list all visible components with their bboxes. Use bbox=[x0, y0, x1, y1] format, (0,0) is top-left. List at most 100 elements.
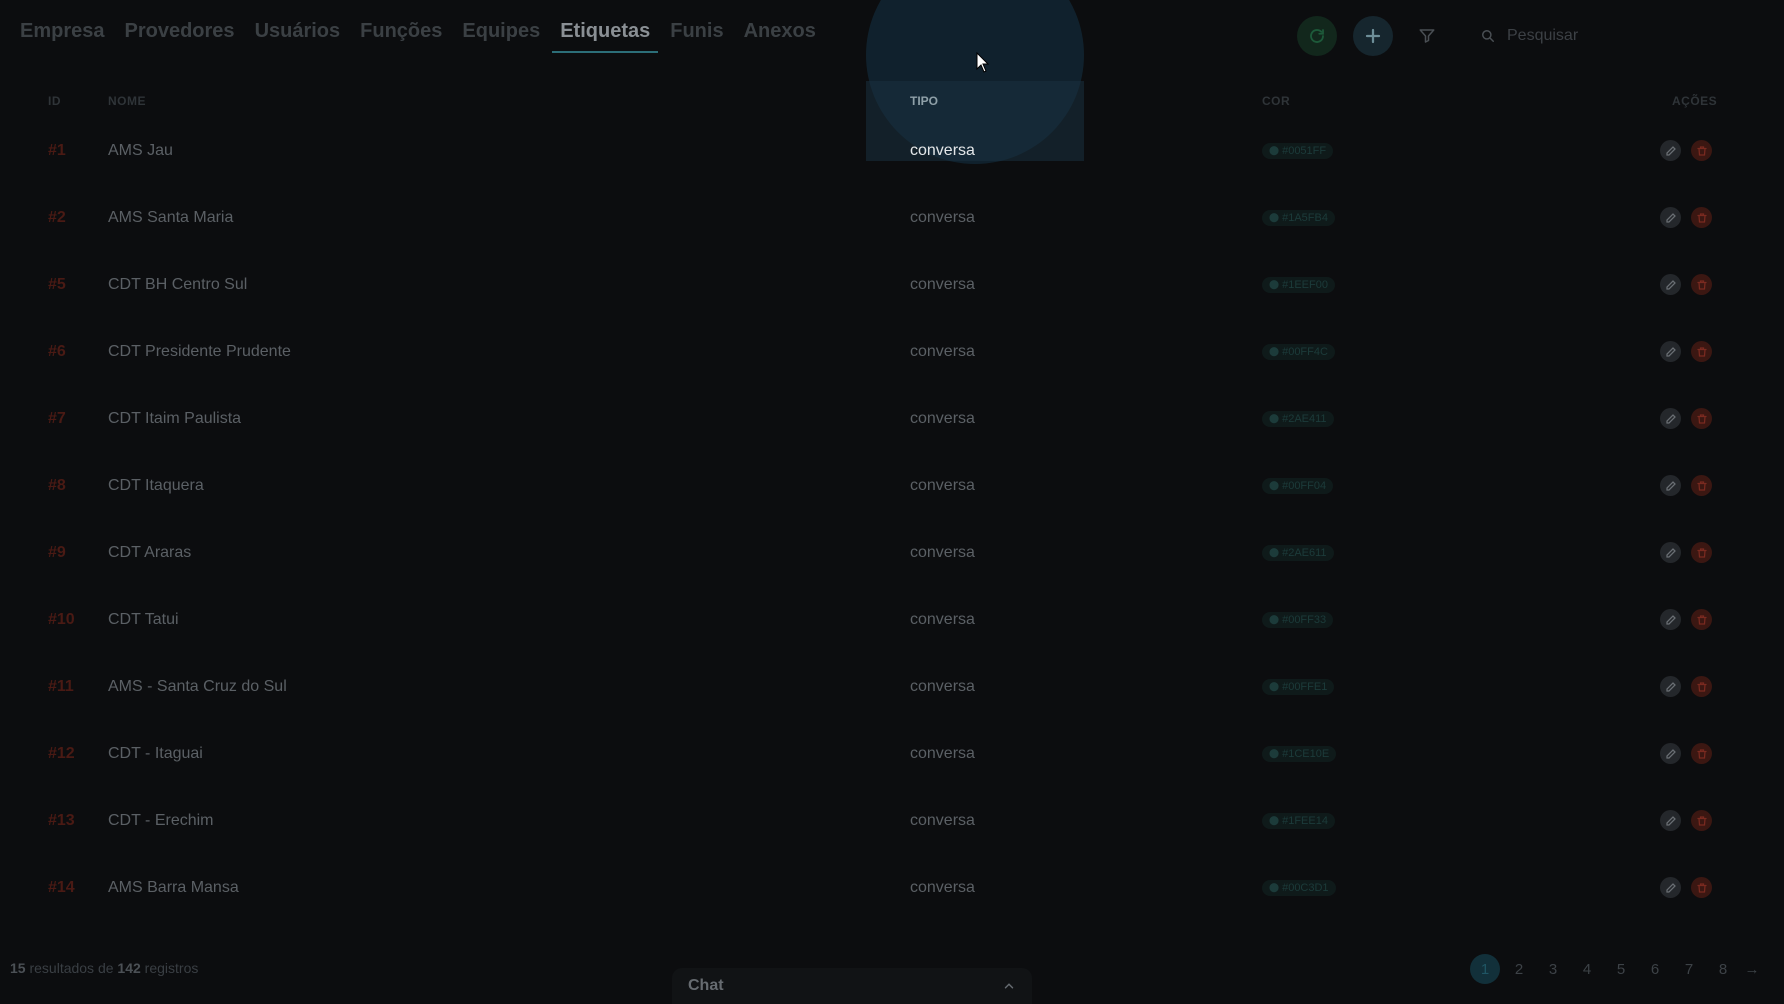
edit-button[interactable] bbox=[1660, 274, 1681, 295]
delete-button[interactable] bbox=[1691, 408, 1712, 429]
column-header-cor[interactable]: COR bbox=[1262, 94, 1290, 108]
tab-provedores[interactable]: Provedores bbox=[123, 18, 237, 53]
trash-icon bbox=[1696, 681, 1707, 692]
page-button-5[interactable]: 5 bbox=[1606, 954, 1636, 984]
edit-button[interactable] bbox=[1660, 743, 1681, 764]
page-button-3[interactable]: 3 bbox=[1538, 954, 1568, 984]
delete-button[interactable] bbox=[1691, 341, 1712, 362]
row-tipo: conversa bbox=[910, 811, 975, 829]
table-row[interactable]: #14 AMS Barra Mansa conversa ⬤ #00C3D1 bbox=[0, 854, 1720, 921]
results-summary: 15 resultados de 142 registros bbox=[10, 960, 198, 976]
edit-button[interactable] bbox=[1660, 609, 1681, 630]
next-page-icon[interactable]: → bbox=[1742, 961, 1762, 978]
edit-button[interactable] bbox=[1660, 877, 1681, 898]
color-hex: #2AE611 bbox=[1282, 546, 1327, 559]
delete-button[interactable] bbox=[1691, 475, 1712, 496]
table-row[interactable]: #7 CDT Itaim Paulista conversa ⬤ #2AE411 bbox=[0, 385, 1720, 452]
filter-icon bbox=[1419, 29, 1435, 43]
row-name: CDT - Erechim bbox=[108, 811, 214, 829]
table-header: ID NOME TIPO COR AÇÕES bbox=[0, 91, 1720, 113]
color-dot-icon: ⬤ bbox=[1269, 614, 1280, 624]
edit-button[interactable] bbox=[1660, 542, 1681, 563]
tab-usuarios[interactable]: Usuários bbox=[253, 18, 343, 53]
results-count: 15 bbox=[10, 960, 26, 976]
table-row[interactable]: #2 AMS Santa Maria conversa ⬤ #1A5FB4 bbox=[0, 184, 1720, 251]
color-badge: ⬤ #2AE411 bbox=[1262, 410, 1334, 427]
table-row[interactable]: #8 CDT Itaquera conversa ⬤ #00FF04 bbox=[0, 452, 1720, 519]
color-badge: ⬤ #1FEE14 bbox=[1262, 812, 1335, 829]
page-button-6[interactable]: 6 bbox=[1640, 954, 1670, 984]
add-tag-button[interactable] bbox=[1353, 16, 1393, 56]
toolbar bbox=[1297, 16, 1731, 56]
row-tipo: conversa bbox=[910, 208, 975, 226]
color-badge: ⬤ #00FF4C bbox=[1262, 343, 1335, 360]
table-row[interactable]: #9 CDT Araras conversa ⬤ #2AE611 bbox=[0, 519, 1720, 586]
color-hex: #0051FF bbox=[1282, 144, 1327, 157]
edit-icon bbox=[1665, 145, 1676, 156]
column-header-acoes: AÇÕES bbox=[1672, 94, 1718, 108]
trash-icon bbox=[1696, 212, 1707, 223]
tab-funcoes[interactable]: Funções bbox=[358, 18, 444, 53]
delete-button[interactable] bbox=[1691, 274, 1712, 295]
delete-button[interactable] bbox=[1691, 810, 1712, 831]
filter-button[interactable] bbox=[1409, 18, 1445, 54]
edit-button[interactable] bbox=[1660, 676, 1681, 697]
row-id: #2 bbox=[48, 208, 66, 226]
edit-button[interactable] bbox=[1660, 810, 1681, 831]
edit-button[interactable] bbox=[1660, 140, 1681, 161]
page-button-7[interactable]: 7 bbox=[1674, 954, 1704, 984]
tab-equipes[interactable]: Equipes bbox=[460, 18, 542, 53]
tab-funis[interactable]: Funis bbox=[668, 18, 725, 53]
page-button-1[interactable]: 1 bbox=[1470, 954, 1500, 984]
color-hex: #00C3D1 bbox=[1282, 881, 1329, 894]
edit-button[interactable] bbox=[1660, 475, 1681, 496]
edit-icon bbox=[1665, 480, 1676, 491]
color-hex: #00FF4C bbox=[1282, 345, 1328, 358]
delete-button[interactable] bbox=[1691, 542, 1712, 563]
row-name: CDT BH Centro Sul bbox=[108, 275, 248, 293]
page-button-8[interactable]: 8 bbox=[1708, 954, 1738, 984]
row-tipo: conversa bbox=[910, 342, 975, 360]
chat-bar[interactable]: Chat bbox=[672, 968, 1032, 1004]
edit-button[interactable] bbox=[1660, 408, 1681, 429]
table-row[interactable]: #11 AMS - Santa Cruz do Sul conversa ⬤ #00FF… bbox=[0, 653, 1720, 720]
search-input[interactable] bbox=[1505, 26, 1709, 46]
column-header-nome[interactable]: NOME bbox=[108, 94, 146, 108]
delete-button[interactable] bbox=[1691, 207, 1712, 228]
mouse-cursor-icon bbox=[976, 52, 990, 73]
page-button-4[interactable]: 4 bbox=[1572, 954, 1602, 984]
edit-button[interactable] bbox=[1660, 207, 1681, 228]
delete-button[interactable] bbox=[1691, 140, 1712, 161]
row-id: #1 bbox=[48, 141, 66, 159]
table-row[interactable]: #12 CDT - Itaguai conversa ⬤ #1CE10E bbox=[0, 720, 1720, 787]
column-header-id[interactable]: ID bbox=[48, 94, 61, 108]
table-row[interactable]: #10 CDT Tatui conversa ⬤ #00FF33 bbox=[0, 586, 1720, 653]
row-name: AMS Santa Maria bbox=[108, 208, 234, 226]
refresh-icon bbox=[1310, 29, 1324, 43]
color-dot-icon: ⬤ bbox=[1269, 279, 1280, 289]
table-row[interactable]: #6 CDT Presidente Prudente conversa ⬤ #00FF4… bbox=[0, 318, 1720, 385]
refresh-button[interactable] bbox=[1297, 16, 1337, 56]
results-label: resultados de bbox=[25, 960, 118, 976]
delete-button[interactable] bbox=[1691, 676, 1712, 697]
chevron-up-icon[interactable] bbox=[1002, 979, 1016, 993]
table-row[interactable]: #5 CDT BH Centro Sul conversa ⬤ #1EEF00 bbox=[0, 251, 1720, 318]
table-row[interactable]: #1 AMS Jau conversa ⬤#0051FF bbox=[0, 117, 1720, 184]
delete-button[interactable] bbox=[1691, 877, 1712, 898]
edit-icon bbox=[1665, 547, 1676, 558]
delete-button[interactable] bbox=[1691, 743, 1712, 764]
color-hex: #1EEF00 bbox=[1282, 278, 1328, 291]
page-button-2[interactable]: 2 bbox=[1504, 954, 1534, 984]
trash-icon bbox=[1696, 882, 1707, 893]
table-row[interactable]: #13 CDT - Erechim conversa ⬤ #1FEE14 bbox=[0, 787, 1720, 854]
records-label: registros bbox=[140, 960, 199, 976]
tab-etiquetas[interactable]: Etiquetas bbox=[552, 18, 659, 53]
delete-button[interactable] bbox=[1691, 609, 1712, 630]
edit-icon bbox=[1665, 882, 1676, 893]
color-hex: #1FEE14 bbox=[1282, 814, 1328, 827]
row-tipo: conversa bbox=[910, 476, 975, 494]
edit-button[interactable] bbox=[1660, 341, 1681, 362]
color-dot-icon: ⬤ bbox=[1269, 212, 1280, 222]
tab-anexos[interactable]: Anexos bbox=[742, 18, 818, 53]
tab-empresa[interactable]: Empresa bbox=[18, 18, 107, 53]
